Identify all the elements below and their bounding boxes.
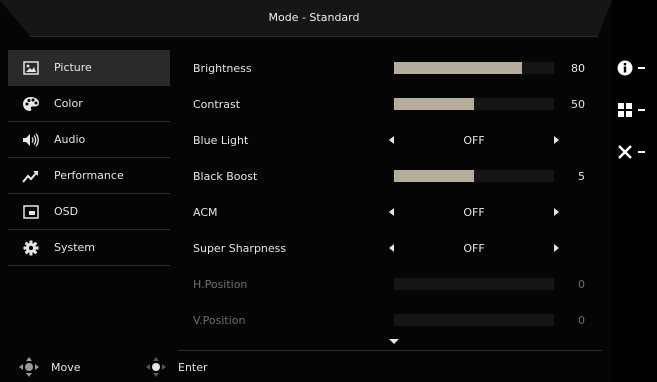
brightness-value: 80 <box>571 62 585 75</box>
osd-menu: Mode - Standard Picture Color Audio Perf… <box>0 0 612 382</box>
brightness-slider-fill <box>394 62 522 74</box>
hotkey-dash <box>638 109 645 111</box>
contrast-slider[interactable] <box>394 98 554 110</box>
sidebar-item-color[interactable]: Color <box>8 86 170 122</box>
brightness-slider[interactable] <box>394 62 554 74</box>
gear-icon <box>22 239 40 257</box>
black-boost-row[interactable]: Black Boost 5 <box>193 158 593 194</box>
arrow-right-icon[interactable] <box>554 244 559 252</box>
hotkey-info[interactable] <box>617 58 653 78</box>
v-position-value: 0 <box>578 314 585 327</box>
hotkey-column <box>612 0 657 382</box>
contrast-value: 50 <box>571 98 585 111</box>
sidebar-item-label: Color <box>54 97 83 110</box>
v-position-slider <box>394 314 554 326</box>
v-position-row: V.Position 0 <box>193 302 593 338</box>
sidebar-item-picture[interactable]: Picture <box>8 50 170 86</box>
sidebar-item-label: System <box>54 241 96 254</box>
super-sharpness-row[interactable]: Super Sharpness OFF <box>193 230 593 266</box>
super-sharpness-value: OFF <box>463 242 485 255</box>
footer: Move Enter <box>0 352 612 382</box>
settings-panel: Brightness 80 Contrast 50 Blue Light OFF… <box>193 50 593 338</box>
sidebar-item-label: Picture <box>54 61 92 74</box>
acm-value: OFF <box>463 206 485 219</box>
sidebar-item-label: Audio <box>54 133 86 146</box>
h-position-slider <box>394 278 554 290</box>
black-boost-value: 5 <box>578 170 585 183</box>
black-boost-label: Black Boost <box>193 170 258 183</box>
move-joystick-icon <box>18 356 40 378</box>
h-position-row: H.Position 0 <box>193 266 593 302</box>
hotkey-grid[interactable] <box>617 100 653 120</box>
h-position-label: H.Position <box>193 278 248 291</box>
sidebar-item-osd[interactable]: OSD <box>8 194 170 230</box>
sidebar-item-performance[interactable]: Performance <box>8 158 170 194</box>
enter-label: Enter <box>178 361 208 374</box>
brightness-label: Brightness <box>193 62 252 75</box>
contrast-row[interactable]: Contrast 50 <box>193 86 593 122</box>
sidebar-item-label: Performance <box>54 169 124 182</box>
blue-light-row[interactable]: Blue Light OFF <box>193 122 593 158</box>
info-icon <box>617 60 633 76</box>
grid-icon <box>618 103 632 117</box>
move-label: Move <box>51 361 81 374</box>
blue-light-label: Blue Light <box>193 134 249 147</box>
close-icon <box>618 145 632 159</box>
blue-light-selector[interactable]: OFF <box>389 134 559 148</box>
hotkey-dash <box>638 67 645 69</box>
blue-light-value: OFF <box>463 134 485 147</box>
header-bar: Mode - Standard <box>30 0 598 37</box>
black-boost-slider[interactable] <box>394 170 554 182</box>
mode-title: Mode - Standard <box>268 11 360 24</box>
header-left-edge <box>0 0 30 36</box>
arrow-right-icon[interactable] <box>554 208 559 216</box>
acm-label: ACM <box>193 206 218 219</box>
arrow-right-icon[interactable] <box>554 136 559 144</box>
hotkey-dash <box>638 151 645 153</box>
acm-selector[interactable]: OFF <box>389 206 559 220</box>
contrast-slider-fill <box>394 98 474 110</box>
hotkey-close[interactable] <box>617 142 653 162</box>
sidebar-item-label: OSD <box>54 205 79 218</box>
h-position-value: 0 <box>578 278 585 291</box>
picture-icon <box>22 59 40 77</box>
enter-joystick-icon <box>145 356 167 378</box>
sidebar: Picture Color Audio Performance OSD Syst… <box>8 50 170 266</box>
footer-divider <box>178 350 602 351</box>
color-palette-icon <box>22 95 40 113</box>
black-boost-slider-fill <box>394 170 474 182</box>
header-right-edge <box>598 0 612 36</box>
v-position-label: V.Position <box>193 314 246 327</box>
sidebar-item-audio[interactable]: Audio <box>8 122 170 158</box>
brightness-row[interactable]: Brightness 80 <box>193 50 593 86</box>
sidebar-item-system[interactable]: System <box>8 230 170 266</box>
speaker-icon <box>22 131 40 149</box>
super-sharpness-selector[interactable]: OFF <box>389 242 559 256</box>
performance-trend-icon <box>22 167 40 185</box>
acm-row[interactable]: ACM OFF <box>193 194 593 230</box>
osd-window-icon <box>22 203 40 221</box>
super-sharpness-label: Super Sharpness <box>193 242 287 255</box>
contrast-label: Contrast <box>193 98 241 111</box>
scroll-down-icon[interactable] <box>389 339 399 344</box>
